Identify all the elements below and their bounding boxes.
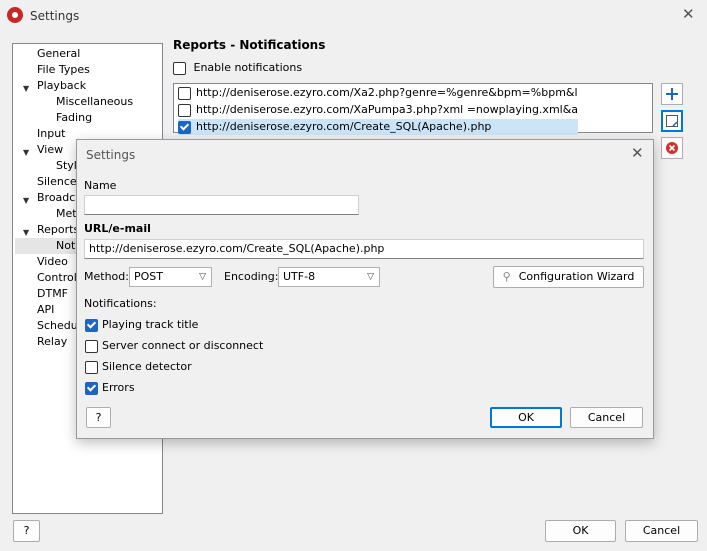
option-playing-track-title[interactable]: Playing track title xyxy=(85,318,198,332)
option-label: Server connect or disconnect xyxy=(102,339,264,352)
list-item-url: http://deniserose.ezyro.com/Create_SQL(A… xyxy=(196,120,492,133)
dialog-ok-button[interactable]: OK xyxy=(490,407,562,428)
dialog-close-icon[interactable]: ✕ xyxy=(631,144,644,162)
option-label: Silence detector xyxy=(102,360,192,373)
dialog-help-button[interactable]: ? xyxy=(86,407,111,428)
expand-arrow-icon[interactable]: ▼ xyxy=(23,196,29,205)
edit-button[interactable] xyxy=(661,110,683,132)
item-checkbox[interactable] xyxy=(178,103,191,117)
tree-item-api[interactable]: API xyxy=(37,302,54,318)
remove-icon xyxy=(666,142,678,154)
method-label: Method: xyxy=(84,270,129,283)
expand-arrow-icon[interactable]: ▼ xyxy=(23,148,29,157)
item-checkbox[interactable] xyxy=(178,86,191,100)
option-label: Errors xyxy=(102,381,135,394)
list-item-url: http://deniserose.ezyro.com/XaPumpa3.php… xyxy=(196,103,578,116)
app-icon xyxy=(7,7,23,23)
tree-item-reports[interactable]: Reports xyxy=(37,222,79,238)
notifications-label: Notifications: xyxy=(84,297,157,310)
list-item-url: http://deniserose.ezyro.com/Xa2.php?genr… xyxy=(196,86,578,99)
expand-arrow-icon[interactable]: ▼ xyxy=(23,84,29,93)
cancel-button[interactable]: Cancel xyxy=(625,520,698,542)
item-checkbox[interactable] xyxy=(178,120,191,134)
encoding-select[interactable]: UTF-8 ▽ xyxy=(278,267,380,287)
tree-item-video[interactable]: Video xyxy=(37,254,68,270)
tree-item-view[interactable]: View xyxy=(37,142,63,158)
plus-icon xyxy=(666,88,678,100)
notification-dialog: Settings ✕ Name URL/e-mail http://denise… xyxy=(76,139,654,439)
chevron-down-icon: ▽ xyxy=(199,272,206,282)
enable-notifications-label: Enable notifications xyxy=(193,61,303,74)
name-input[interactable] xyxy=(84,195,359,215)
configuration-wizard-label: Configuration Wizard xyxy=(518,270,635,283)
name-label: Name xyxy=(84,179,117,192)
remove-button[interactable] xyxy=(661,137,683,159)
checkbox-box[interactable] xyxy=(173,61,186,75)
option-errors[interactable]: Errors xyxy=(85,381,135,395)
method-select[interactable]: POST ▽ xyxy=(129,267,212,287)
wand-icon: ⚲ xyxy=(502,270,511,283)
help-button[interactable]: ? xyxy=(13,520,40,542)
method-value: POST xyxy=(134,270,163,283)
list-item[interactable]: http://deniserose.ezyro.com/Create_SQL(A… xyxy=(178,119,578,135)
edit-icon xyxy=(666,115,678,127)
checkbox-box[interactable] xyxy=(85,339,98,353)
tree-item-fading[interactable]: Fading xyxy=(56,110,92,126)
checkbox-box[interactable] xyxy=(85,360,98,374)
tree-item-dtmf[interactable]: DTMF xyxy=(37,286,68,302)
option-server-connect[interactable]: Server connect or disconnect xyxy=(85,339,263,353)
url-list[interactable]: http://deniserose.ezyro.com/Xa2.php?genr… xyxy=(173,83,653,135)
ok-button[interactable]: OK xyxy=(545,520,616,542)
list-item[interactable]: http://deniserose.ezyro.com/XaPumpa3.php… xyxy=(178,102,578,118)
close-icon[interactable]: ✕ xyxy=(682,5,695,23)
expand-arrow-icon[interactable]: ▼ xyxy=(23,228,29,237)
option-label: Playing track title xyxy=(102,318,199,331)
dialog-title: Settings xyxy=(86,148,136,162)
encoding-value: UTF-8 xyxy=(283,270,316,283)
list-item[interactable]: http://deniserose.ezyro.com/Xa2.php?genr… xyxy=(178,85,578,101)
tree-item-relay[interactable]: Relay xyxy=(37,334,67,350)
option-silence-detector[interactable]: Silence detector xyxy=(85,360,192,374)
url-label: URL/e-mail xyxy=(84,222,151,235)
checkbox-box[interactable] xyxy=(85,318,98,332)
enable-notifications-checkbox[interactable]: Enable notifications xyxy=(173,61,302,75)
tree-item-styles[interactable]: Styl xyxy=(56,158,77,174)
add-button[interactable] xyxy=(661,83,683,105)
chevron-down-icon: ▽ xyxy=(367,272,374,282)
url-input[interactable]: http://deniserose.ezyro.com/Create_SQL(A… xyxy=(84,239,644,259)
tree-item-miscellaneous[interactable]: Miscellaneous xyxy=(56,94,133,110)
tree-item-input[interactable]: Input xyxy=(37,126,65,142)
encoding-label: Encoding: xyxy=(224,270,279,283)
tree-item-file-types[interactable]: File Types xyxy=(37,62,90,78)
tree-item-general[interactable]: General xyxy=(37,46,80,62)
tree-item-playback[interactable]: Playback xyxy=(37,78,86,94)
page-title: Reports - Notifications xyxy=(173,38,326,52)
checkbox-box[interactable] xyxy=(85,381,98,395)
configuration-wizard-button[interactable]: ⚲ Configuration Wizard xyxy=(493,266,644,288)
window-title: Settings xyxy=(30,9,80,23)
dialog-cancel-button[interactable]: Cancel xyxy=(570,407,643,428)
